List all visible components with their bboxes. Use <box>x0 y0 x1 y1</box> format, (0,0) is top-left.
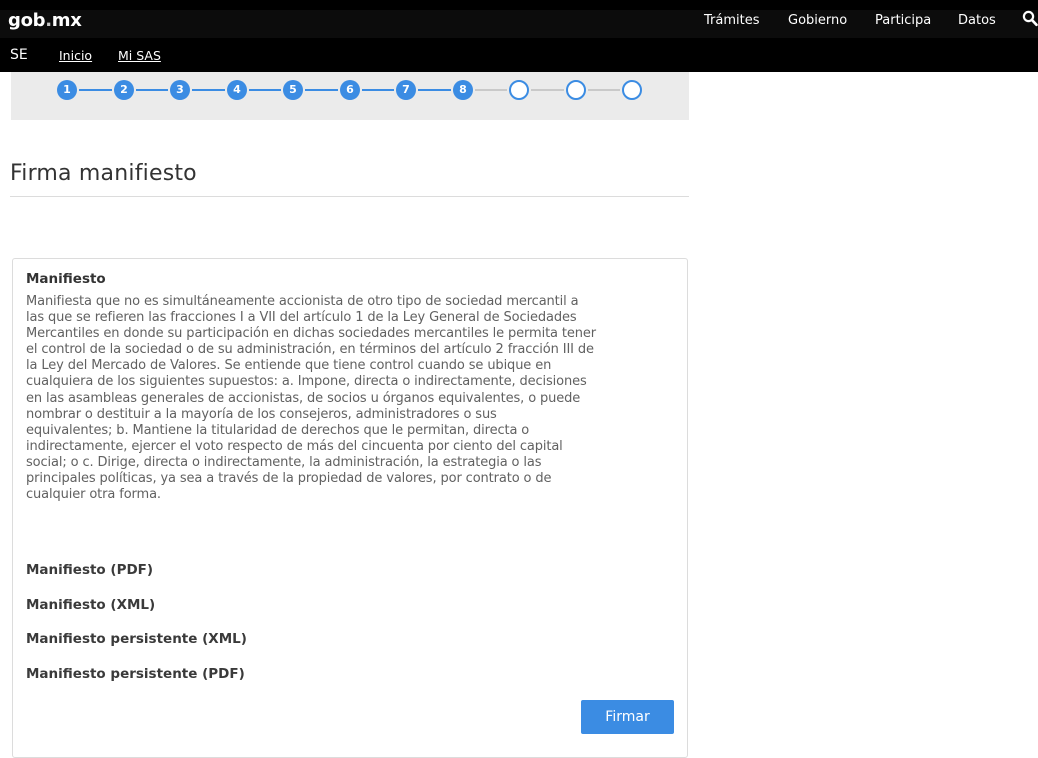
nav-participa[interactable]: Participa <box>875 13 931 29</box>
step-connector <box>362 89 394 91</box>
step-connector <box>249 89 281 91</box>
step-connector <box>192 89 225 91</box>
nav-tramites[interactable]: Trámites <box>704 13 760 29</box>
step-3: 3 <box>170 80 190 100</box>
logo-tail: mx <box>51 10 82 31</box>
step-8: 8 <box>453 80 473 100</box>
sign-button[interactable]: Firmar <box>581 700 674 734</box>
step-6: 6 <box>340 80 360 100</box>
section-label: SE <box>10 47 28 63</box>
step-11 <box>622 80 642 100</box>
nav-gobierno[interactable]: Gobierno <box>788 13 847 29</box>
title-divider <box>10 196 689 197</box>
page-title: Firma manifiesto <box>10 161 197 186</box>
manifest-persistent-xml-link[interactable]: Manifiesto persistente (XML) <box>26 631 247 647</box>
step-connector <box>79 89 112 91</box>
step-1: 1 <box>57 80 77 100</box>
gobmx-logo[interactable]: gob.mx <box>8 10 82 32</box>
step-9 <box>509 80 529 100</box>
step-connector <box>588 89 620 91</box>
manifest-persistent-pdf-link[interactable]: Manifiesto persistente (PDF) <box>26 666 245 682</box>
step-connector <box>136 89 168 91</box>
manifest-xml-link[interactable]: Manifiesto (XML) <box>26 597 155 613</box>
step-connector <box>475 89 507 91</box>
link-mi-sas[interactable]: Mi SAS <box>118 49 161 63</box>
step-10 <box>566 80 586 100</box>
search-icon[interactable] <box>1022 10 1038 28</box>
manifest-text: Manifiesta que no es simultáneamente acc… <box>26 294 596 503</box>
step-connector <box>305 89 338 91</box>
step-connector <box>531 89 564 91</box>
manifest-heading: Manifiesto <box>26 271 106 287</box>
step-5: 5 <box>283 80 303 100</box>
logo-main: gob <box>8 10 46 31</box>
step-4: 4 <box>227 80 247 100</box>
manifest-pdf-link[interactable]: Manifiesto (PDF) <box>26 562 153 578</box>
nav-datos[interactable]: Datos <box>958 13 996 29</box>
step-connector <box>418 89 451 91</box>
step-2: 2 <box>114 80 134 100</box>
sub-navbar: SE Inicio Mi SAS <box>0 38 1038 72</box>
step-7: 7 <box>396 80 416 100</box>
link-inicio[interactable]: Inicio <box>59 49 92 63</box>
